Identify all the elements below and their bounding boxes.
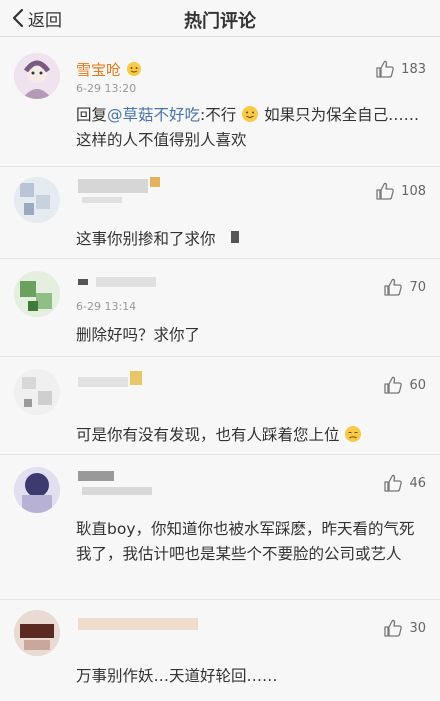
- avatar[interactable]: [14, 467, 60, 513]
- like-button[interactable]: 108: [375, 181, 426, 201]
- like-button[interactable]: 30: [383, 618, 426, 638]
- comment-item: 雪宝呛 6-29 13:20 183 回复@草菇不好吃:不行 如果只为保全自己……: [0, 37, 440, 167]
- avatar[interactable]: [14, 271, 60, 317]
- thumbs-up-icon: [384, 474, 403, 492]
- thumbs-up-icon: [376, 182, 394, 200]
- avatar[interactable]: [14, 177, 60, 223]
- comment-time: 6-29 13:14: [76, 300, 137, 313]
- mention-link[interactable]: @草菇不好吃: [107, 106, 200, 124]
- like-button[interactable]: 183: [375, 59, 426, 79]
- comment-text: 删除好吗？求你了: [76, 326, 201, 344]
- avatar[interactable]: [14, 53, 60, 99]
- page-title: 热门评论: [184, 11, 256, 32]
- thumbs-up-icon: [376, 60, 394, 78]
- smile-emoji-icon: [242, 106, 259, 122]
- thumbs-up-icon: [384, 376, 403, 394]
- nav-bar: 返回 热门评论: [0, 0, 440, 37]
- avatar[interactable]: [14, 369, 60, 415]
- comment-text: 万事别作妖…天道好轮回……: [76, 667, 278, 685]
- thumbs-up-icon: [384, 278, 403, 296]
- vip-badge-icon: [126, 62, 141, 76]
- blur-patch: [231, 231, 239, 243]
- comment-item: 30 万事别作妖…天道好轮回……: [0, 600, 440, 701]
- username[interactable]: 雪宝呛: [76, 59, 142, 80]
- comment-item: 108 这事你别掺和了求你: [0, 167, 440, 258]
- like-button[interactable]: 60: [383, 375, 426, 395]
- comment-item: 46 耿直boy，你知道你也被水军踩麽，昨天看的气死我了，我估计吧也是某些个不要…: [0, 455, 440, 600]
- thumbs-up-icon: [384, 619, 403, 637]
- like-button[interactable]: 70: [383, 277, 426, 297]
- sad-emoji-icon: [345, 426, 362, 442]
- like-button[interactable]: 46: [383, 473, 426, 493]
- avatar[interactable]: [14, 610, 60, 656]
- comment-time: 6-29 13:20: [76, 82, 137, 95]
- comment-text: 这事你别掺和了求你: [76, 230, 216, 248]
- comment-text: 回复@草菇不好吃:不行 如果只为保全自己……这样的人不值得别人喜欢: [76, 106, 420, 149]
- comment-item: 6-29 13:14 70 删除好吗？求你了: [0, 259, 440, 357]
- comment-text: 可是你有没有发现，也有人踩着您上位: [76, 423, 424, 448]
- comment-item: 60 可是你有没有发现，也有人踩着您上位: [0, 357, 440, 455]
- comment-text: 耿直boy，你知道你也被水军踩麽，昨天看的气死我了，我估计吧也是某些个不要脸的公…: [76, 520, 415, 563]
